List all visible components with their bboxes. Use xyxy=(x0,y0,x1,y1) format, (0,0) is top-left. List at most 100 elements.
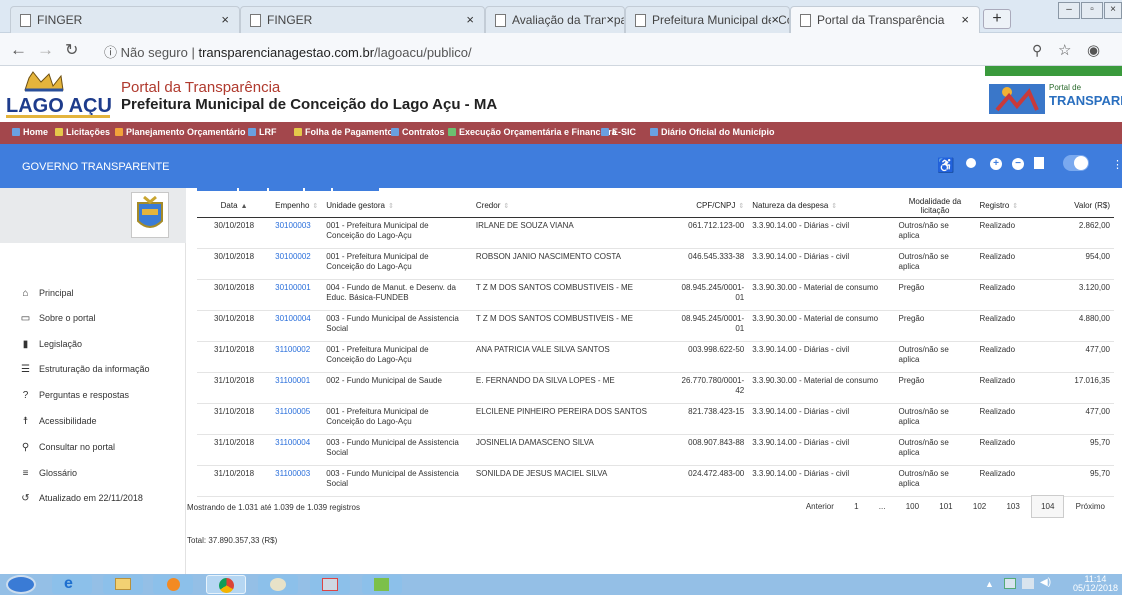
chrome-taskbar-icon[interactable] xyxy=(206,575,246,594)
reload-icon[interactable]: ↻ xyxy=(65,40,78,60)
pagination-page[interactable]: 103 xyxy=(997,496,1028,517)
dark-mode-icon[interactable] xyxy=(1034,157,1044,169)
menu-item-diario[interactable]: Diário Oficial do Município xyxy=(650,127,775,137)
contrast-icon[interactable] xyxy=(966,158,976,168)
app-taskbar-icon[interactable] xyxy=(362,575,402,594)
table-row[interactable]: 30/10/2018 30100004 003 - Fundo Municipal … xyxy=(197,310,1114,342)
table-row[interactable]: 31/10/2018 31100003 003 - Fundo Municipal … xyxy=(197,465,1114,497)
close-icon[interactable]: × xyxy=(606,12,614,27)
close-icon[interactable]: × xyxy=(771,12,779,27)
cell-empenho[interactable]: 30100002 xyxy=(271,248,323,280)
column-header-data[interactable]: Data ▲ xyxy=(197,195,272,218)
browser-tab[interactable]: Prefeitura Municipal de Concei× xyxy=(625,6,790,33)
transparency-portal-logo[interactable]: Portal de TRANSPARÊNC xyxy=(985,66,1122,122)
pagination-page[interactable]: 102 xyxy=(964,496,995,517)
sidebar-item-principal[interactable]: ⌂ Principal xyxy=(20,288,73,299)
menu-item-esic[interactable]: E-SIC xyxy=(601,127,636,137)
municipality-logo[interactable]: LAGO AÇU xyxy=(3,66,113,121)
system-clock[interactable]: 11:14 05/12/2018 xyxy=(1073,575,1118,593)
export-button[interactable] xyxy=(333,188,379,191)
cell-empenho[interactable]: 31100003 xyxy=(271,465,323,497)
column-header-natureza[interactable]: Natureza da despesa ⇕ xyxy=(748,195,895,218)
export-button[interactable] xyxy=(239,188,267,191)
browser-tab[interactable]: Avaliação da Transparência dos× xyxy=(485,6,625,33)
theme-toggle[interactable] xyxy=(1063,155,1089,171)
flag-icon[interactable] xyxy=(1022,578,1034,589)
cell-empenho[interactable]: 31100002 xyxy=(271,341,323,373)
ie-taskbar-icon[interactable]: e xyxy=(52,575,92,594)
back-icon[interactable]: ← xyxy=(10,40,27,60)
menu-item-lrf[interactable]: LRF xyxy=(248,127,277,137)
forward-icon[interactable]: → xyxy=(37,40,54,60)
browser-tab[interactable]: FINGER × xyxy=(10,6,240,33)
table-row[interactable]: 30/10/2018 30100002 001 - Prefeitura Munic… xyxy=(197,248,1114,280)
menu-item-planejamento[interactable]: Planejamento Orçamentário xyxy=(115,127,246,137)
sidebar-item-legislacao[interactable]: ▮ Legislação xyxy=(20,339,82,350)
explorer-taskbar-icon[interactable] xyxy=(103,575,143,594)
sidebar-item-consultar[interactable]: ⚲ Consultar no portal xyxy=(20,442,115,453)
cell-empenho[interactable]: 30100004 xyxy=(271,310,323,342)
table-row[interactable]: 31/10/2018 31100002 001 - Prefeitura Munic… xyxy=(197,341,1114,373)
sidebar-item-sobre[interactable]: ▭ Sobre o portal xyxy=(20,313,96,324)
snipping-tool-taskbar-icon[interactable] xyxy=(310,575,350,594)
sidebar-item-glossario[interactable]: ≡ Glossário xyxy=(20,468,77,479)
export-button[interactable] xyxy=(197,188,237,191)
info-icon[interactable]: ⓘ xyxy=(104,45,121,60)
pagination-page[interactable]: 1 xyxy=(845,496,867,517)
export-button[interactable] xyxy=(269,188,303,191)
browser-tab[interactable]: FINGER × xyxy=(240,6,485,33)
start-button[interactable] xyxy=(6,575,36,594)
menu-item-contratos[interactable]: Contratos xyxy=(391,127,445,137)
close-icon[interactable]: × xyxy=(221,12,229,27)
cell-empenho[interactable]: 31100005 xyxy=(271,403,323,435)
table-row[interactable]: 31/10/2018 31100005 001 - Prefeitura Munic… xyxy=(197,403,1114,435)
profile-icon[interactable]: ◉ xyxy=(1087,41,1100,59)
sidebar-item-estruturacao[interactable]: ☰ Estruturação da informação xyxy=(20,364,150,375)
menu-item-execucao[interactable]: Execução Orçamentária e Financeira xyxy=(448,127,617,137)
export-button[interactable] xyxy=(305,188,331,191)
url-field[interactable]: ⓘ Não seguro | transparencianagestao.com… xyxy=(104,42,472,61)
tray-arrow-icon[interactable]: ▲ xyxy=(985,579,994,589)
sidebar-item-atualizado[interactable]: ↺ Atualizado em 22/11/2018 xyxy=(20,493,143,504)
column-header-empenho[interactable]: Empenho ⇕ xyxy=(271,195,323,218)
column-header-cpf[interactable]: CPF/CNPJ ⇕ xyxy=(677,195,749,218)
cell-empenho[interactable]: 30100003 xyxy=(271,217,323,249)
menu-item-home[interactable]: Home xyxy=(12,127,48,137)
column-header-valor[interactable]: Valor (R$) xyxy=(1039,195,1114,218)
table-row[interactable]: 30/10/2018 30100003 001 - Prefeitura Munic… xyxy=(197,217,1114,249)
pagination-page[interactable]: 100 xyxy=(897,496,928,517)
sidebar-item-perguntas[interactable]: ? Perguntas e respostas xyxy=(20,390,129,401)
menu-item-folha[interactable]: Folha de Pagamento xyxy=(294,127,393,137)
new-tab-button[interactable]: + xyxy=(983,9,1011,29)
maximize-button[interactable]: ▫ xyxy=(1081,2,1103,19)
pagination-prev[interactable]: Anterior xyxy=(797,496,843,517)
table-row[interactable]: 30/10/2018 30100001 004 - Fundo de Manut. … xyxy=(197,279,1114,311)
column-header-unidade[interactable]: Unidade gestora ⇕ xyxy=(322,195,472,218)
column-header-modalidade[interactable]: Modalidade da licitação xyxy=(894,195,976,218)
more-icon[interactable]: ⋮ xyxy=(1112,158,1122,171)
font-increase-icon[interactable]: + xyxy=(990,158,1002,170)
paint-taskbar-icon[interactable] xyxy=(258,575,298,594)
font-decrease-icon[interactable]: − xyxy=(1012,158,1024,170)
close-icon[interactable]: × xyxy=(961,12,969,27)
pagination-page[interactable]: 101 xyxy=(930,496,961,517)
cell-empenho[interactable]: 31100004 xyxy=(271,434,323,466)
column-header-credor[interactable]: Credor ⇕ xyxy=(471,195,678,218)
browser-tab-active[interactable]: Portal da Transparência × xyxy=(790,6,980,33)
network-icon[interactable] xyxy=(1004,578,1016,589)
cell-empenho[interactable]: 31100001 xyxy=(271,372,323,404)
media-player-taskbar-icon[interactable] xyxy=(153,575,193,594)
zoom-icon[interactable]: ⚲ xyxy=(1032,42,1042,59)
volume-icon[interactable]: ◀) xyxy=(1040,577,1051,588)
close-window-button[interactable]: × xyxy=(1104,2,1122,19)
sidebar-item-acessibilidade[interactable]: ☨ Acessibilidade xyxy=(20,416,97,427)
pagination-next[interactable]: Próximo xyxy=(1067,496,1114,517)
menu-item-licitacoes[interactable]: Licitações xyxy=(55,127,110,137)
close-icon[interactable]: × xyxy=(466,12,474,27)
column-header-registro[interactable]: Registro ⇕ xyxy=(975,195,1040,218)
bookmark-star-icon[interactable]: ☆ xyxy=(1058,41,1071,59)
accessibility-icon[interactable]: ♿ xyxy=(937,157,954,174)
cell-empenho[interactable]: 30100001 xyxy=(271,279,323,311)
pagination-current-page[interactable]: 104 xyxy=(1031,495,1065,518)
table-row[interactable]: 31/10/2018 31100001 002 - Fundo Municipal … xyxy=(197,372,1114,404)
